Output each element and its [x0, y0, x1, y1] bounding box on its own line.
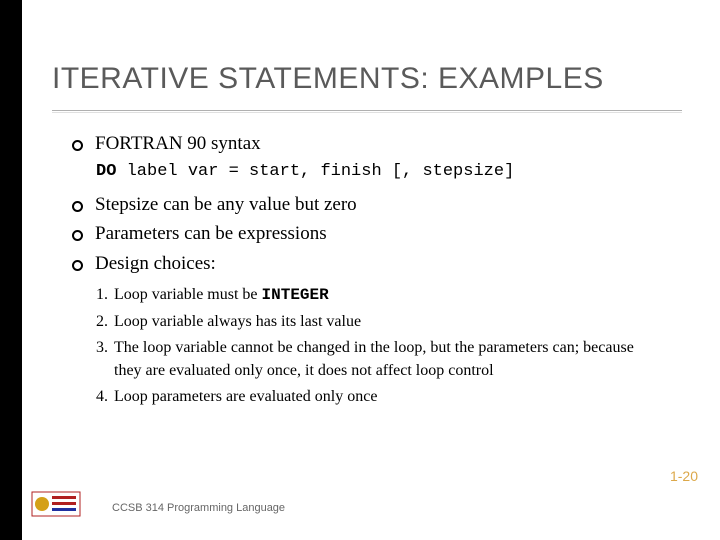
bullet-sub-1-text: Stepsize can be any value but zero	[95, 192, 357, 218]
slide-number: 1-20	[670, 468, 698, 484]
numbered-item-3-text: The loop variable cannot be changed in t…	[114, 336, 656, 382]
bullet-icon	[72, 260, 83, 271]
code-integer: INTEGER	[262, 286, 329, 304]
bullet-main-text: FORTRAN 90 syntax	[95, 131, 261, 157]
numbered-list: 1. Loop variable must be INTEGER 2. Loop…	[96, 283, 680, 409]
num-3: 3.	[96, 336, 108, 382]
numbered-item-2-text: Loop variable always has its last value	[114, 310, 361, 333]
bullet-sub-3: Design choices:	[72, 251, 680, 277]
num-4: 4.	[96, 385, 108, 408]
num-1: 1.	[96, 283, 108, 307]
bullet-main: FORTRAN 90 syntax	[72, 131, 680, 157]
content-area: FORTRAN 90 syntax DO label var = start, …	[22, 113, 720, 408]
numbered-item-3: 3. The loop variable cannot be changed i…	[96, 336, 656, 382]
code-keyword: DO	[96, 162, 116, 181]
footer-course: CCSB 314 Programming Language	[112, 502, 285, 514]
numbered-item-4: 4. Loop parameters are evaluated only on…	[96, 385, 656, 408]
bullet-sub-3-text: Design choices:	[95, 251, 216, 277]
num-2: 2.	[96, 310, 108, 333]
code-line: DO label var = start, finish [, stepsize…	[96, 161, 680, 184]
bullet-sub-1: Stepsize can be any value but zero	[72, 192, 680, 218]
numbered-item-1-text: Loop variable must be INTEGER	[114, 283, 329, 307]
bullet-sub-2-text: Parameters can be expressions	[95, 221, 327, 247]
bullet-sub-2: Parameters can be expressions	[72, 221, 680, 247]
bullet-icon	[72, 230, 83, 241]
bullet-icon	[72, 140, 83, 151]
numbered-item-4-text: Loop parameters are evaluated only once	[114, 385, 377, 408]
university-logo	[30, 486, 82, 522]
numbered-item-1: 1. Loop variable must be INTEGER	[96, 283, 656, 307]
slide: ITERATIVE STATEMENTS: EXAMPLES FORTRAN 9…	[0, 0, 720, 540]
numbered-item-2: 2. Loop variable always has its last val…	[96, 310, 656, 333]
code-rest: label var = start, finish [, stepsize]	[116, 162, 514, 181]
bullet-icon	[72, 201, 83, 212]
slide-title: ITERATIVE STATEMENTS: EXAMPLES	[22, 0, 720, 96]
